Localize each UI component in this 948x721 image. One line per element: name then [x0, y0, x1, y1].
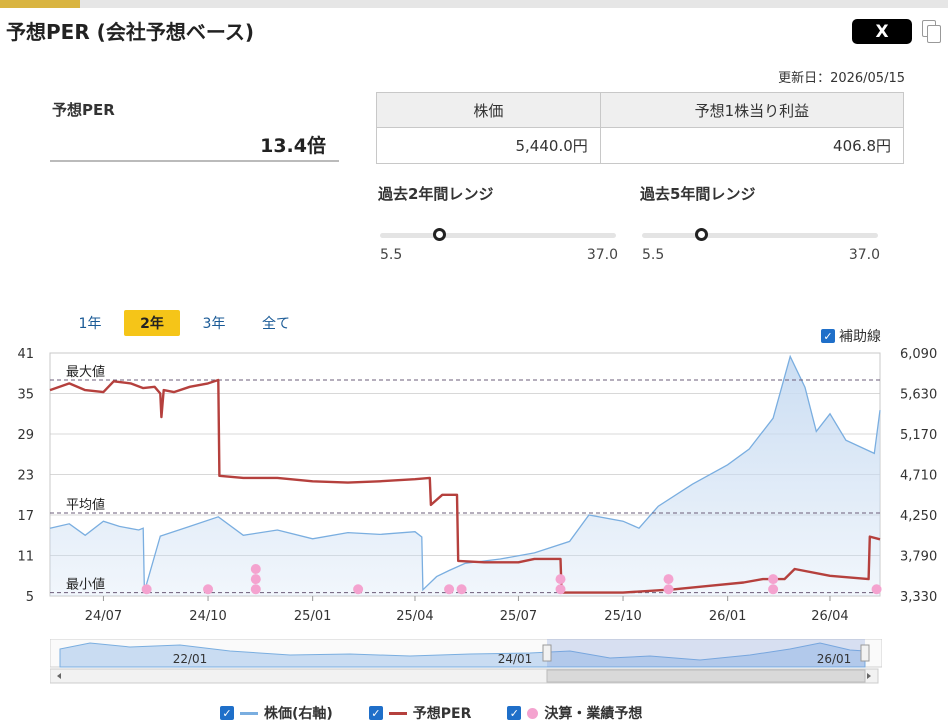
price-eps-table: 株価 予想1株当り利益 5,440.0円 406.8円 [376, 92, 905, 164]
per-label: 予想PER [52, 101, 115, 119]
y-left-tick-label: 17 [17, 509, 34, 524]
range-2y-min: 5.5 [380, 247, 403, 263]
top-progress-accent [0, 0, 80, 8]
chart-legend: ✓ 株価(右軸) ✓ 予想PER ✓ 決算・業績予想 [220, 703, 678, 721]
period-tabs: 1年 2年 3年 全て [62, 310, 310, 336]
x-tick-label: 26/04 [811, 609, 848, 624]
tab-all[interactable]: 全て [248, 310, 304, 336]
legend-per-label: 予想PER [412, 706, 472, 721]
earnings-marker [353, 584, 364, 595]
earnings-marker [456, 584, 467, 595]
y-left-tick-label: 29 [17, 428, 34, 443]
earnings-marker [555, 574, 566, 585]
navigator-tick-label: 24/01 [498, 652, 533, 666]
range-5y-knob [695, 228, 709, 241]
range-5y-min: 5.5 [642, 247, 665, 263]
range-2y-track [380, 233, 616, 238]
x-tick-label: 26/01 [709, 609, 746, 624]
copy-icon[interactable] [922, 20, 942, 44]
x-tick-label: 25/04 [396, 609, 433, 624]
earnings-marker [871, 584, 882, 595]
range-2y-max: 37.0 [586, 247, 618, 263]
range-5y: 過去5年間レンジ 5.5 37.0 [640, 183, 904, 263]
earnings-marker [203, 584, 214, 595]
navigator-tick-label: 22/01 [173, 652, 208, 666]
legend-price-label: 株価(右軸) [264, 706, 333, 721]
y-right-tick-label: 4,710 [900, 469, 937, 484]
per-underline [50, 160, 339, 162]
navigator-scrollbar-thumb [546, 669, 866, 683]
earnings-marker [444, 584, 455, 595]
legend-price-checkbox[interactable]: ✓ [220, 706, 234, 720]
reference-label: 最小値 [66, 577, 105, 593]
navigator-tick-label: 26/01 [817, 652, 852, 666]
updated-date: 更新日：2026/05/15 [778, 71, 905, 86]
y-right-tick-label: 4,250 [900, 509, 937, 524]
earnings-marker [768, 584, 779, 595]
x-tick-label: 25/01 [294, 609, 331, 624]
tab-3y[interactable]: 3年 [186, 310, 242, 336]
reference-label: 最大値 [66, 364, 105, 380]
share-x-button[interactable]: X [852, 19, 912, 44]
page-title: 予想PER (会社予想ベース) [6, 20, 254, 44]
x-tick-label: 24/07 [85, 609, 122, 624]
y-left-tick-label: 5 [26, 590, 34, 605]
x-tick-label: 25/07 [500, 609, 537, 624]
per-value: 13.4倍 [260, 135, 326, 157]
legend-price-swatch [240, 711, 258, 715]
y-right-tick-label: 3,790 [900, 550, 937, 565]
chart-navigator[interactable]: 22/01 24/01 26/01 [50, 639, 882, 685]
earnings-marker [250, 564, 261, 574]
earnings-marker [250, 584, 261, 595]
range-2y: 過去2年間レンジ 5.5 37.0 [378, 183, 642, 263]
legend-earnings-label: 決算・業績予想 [544, 706, 643, 721]
earnings-marker [663, 574, 674, 585]
tab-1y[interactable]: 1年 [62, 310, 118, 336]
y-right-tick-label: 5,170 [900, 428, 937, 443]
x-tick-label: 25/10 [604, 609, 641, 624]
legend-per[interactable]: ✓ 予想PER [368, 703, 472, 721]
legend-price[interactable]: ✓ 株価(右軸) [220, 703, 333, 721]
legend-per-checkbox[interactable]: ✓ [368, 706, 383, 720]
y-left-tick-label: 35 [17, 388, 34, 403]
range-2y-label: 過去2年間レンジ [378, 185, 494, 203]
y-right-tick-label: 5,630 [900, 388, 937, 403]
range-2y-knob [433, 228, 447, 241]
y-left-tick-label: 23 [17, 469, 34, 484]
earnings-marker [663, 584, 674, 595]
legend-per-swatch [388, 711, 407, 715]
eps-header: 予想1株当り利益 [599, 92, 905, 128]
earnings-marker [250, 574, 261, 585]
y-right-tick-label: 3,330 [900, 590, 937, 605]
range-5y-label: 過去5年間レンジ [640, 185, 756, 203]
range-5y-track [642, 233, 878, 238]
earnings-marker [768, 574, 779, 585]
y-left-tick-label: 41 [17, 347, 34, 362]
range-5y-max: 37.0 [848, 247, 880, 263]
y-right-tick-label: 6,090 [900, 347, 937, 362]
y-left-tick-label: 11 [17, 550, 34, 565]
legend-earnings[interactable]: ✓ 決算・業績予想 [507, 703, 642, 721]
eps-value: 406.8円 [599, 127, 905, 164]
price-value: 5,440.0円 [376, 127, 601, 164]
reference-label: 平均値 [66, 497, 105, 513]
top-progress-bar [0, 0, 948, 8]
earnings-marker [141, 584, 152, 595]
legend-earnings-swatch [527, 707, 539, 719]
per-chart: 41 6,090 35 5,630 29 5,170 23 4,710 17 4,250 11 3,7… [17, 347, 937, 624]
navigator-handle [542, 644, 552, 662]
earnings-marker [555, 584, 566, 595]
x-tick-label: 24/10 [189, 609, 226, 624]
legend-earnings-checkbox[interactable]: ✓ [507, 706, 522, 720]
price-header: 株価 [376, 92, 601, 128]
tab-2y[interactable]: 2年 [124, 310, 180, 336]
navigator-handle [860, 644, 870, 662]
